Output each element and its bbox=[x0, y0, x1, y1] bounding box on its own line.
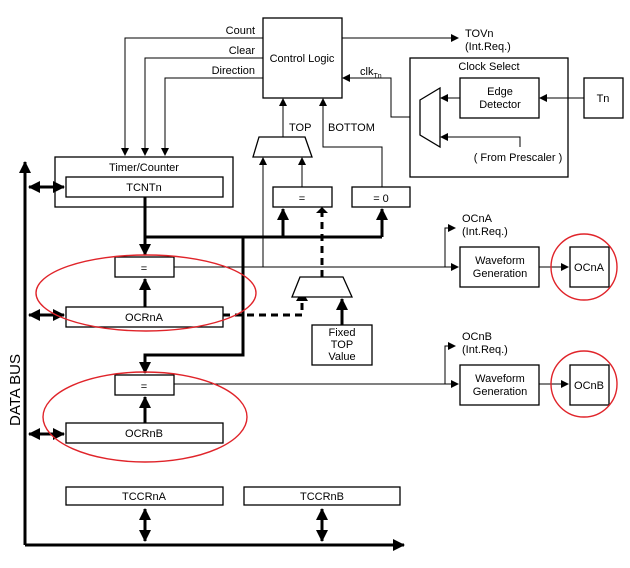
ocnb-int-arrow bbox=[444, 342, 456, 384]
fixed-top-label-3: Value bbox=[328, 351, 355, 363]
ocnb-label: OCnB bbox=[574, 380, 604, 392]
ocna-int-label: OCnA bbox=[462, 213, 493, 225]
clk-label: clkTn bbox=[360, 66, 382, 80]
edge-detector-box bbox=[459, 77, 540, 119]
fixed-top-label-2: TOP bbox=[331, 339, 353, 351]
count-label: Count bbox=[226, 25, 255, 37]
ocra-label: OCRnA bbox=[125, 312, 164, 324]
clear-label: Clear bbox=[229, 45, 256, 57]
top-select-mux bbox=[291, 276, 354, 298]
direction-line bbox=[161, 77, 263, 156]
clock-select-title: Clock Select bbox=[458, 61, 519, 73]
tov-label: TOVn bbox=[465, 28, 494, 40]
bottom-label: BOTTOM bbox=[328, 122, 375, 134]
arrow-head bbox=[316, 207, 328, 213]
top-compare-label: = bbox=[299, 193, 305, 205]
prescaler-label: ( From Prescaler ) bbox=[474, 152, 563, 164]
tccra-label: TCCRnA bbox=[122, 491, 167, 503]
bottom-compare-label: = 0 bbox=[373, 193, 389, 205]
ocnb-int-sub: (Int.Req.) bbox=[462, 344, 508, 356]
tcnt-label: TCNTn bbox=[126, 182, 161, 194]
waveform-b-label-2: Generation bbox=[473, 386, 527, 398]
fixed-top-label-1: Fixed bbox=[329, 327, 356, 339]
compare-a-label: = bbox=[141, 263, 147, 275]
ocna-int-sub: (Int.Req.) bbox=[462, 226, 508, 238]
ocna-int-arrow bbox=[444, 224, 456, 267]
ocrb-label: OCRnB bbox=[125, 428, 163, 440]
waveform-a-label-2: Generation bbox=[473, 268, 527, 280]
compare-b-label: = bbox=[141, 381, 147, 393]
direction-label: Direction bbox=[212, 65, 255, 77]
waveform-a-label: Waveform bbox=[475, 255, 525, 267]
timer-counter-title: Timer/Counter bbox=[109, 162, 179, 174]
waveform-a-box bbox=[459, 246, 540, 288]
edge-detector-label: Edge bbox=[487, 86, 513, 98]
top-mux bbox=[252, 136, 313, 158]
control-logic-label: Control Logic bbox=[270, 53, 335, 65]
tn-label: Tn bbox=[597, 93, 610, 105]
ocra-to-top-mux-dashed bbox=[223, 299, 304, 317]
ocnb-int-label: OCnB bbox=[462, 331, 492, 343]
tccrb-label: TCCRnB bbox=[300, 491, 344, 503]
top-label: TOP bbox=[289, 122, 311, 134]
tov-int-label: (Int.Req.) bbox=[465, 41, 511, 53]
clk-line bbox=[342, 74, 420, 118]
bottom-line bbox=[319, 98, 383, 187]
timer-block-diagram: Control Logic Count Clear Direction TOVn… bbox=[7, 17, 624, 551]
ocna-label: OCnA bbox=[574, 262, 605, 274]
edge-detector-label-2: Detector bbox=[479, 99, 521, 111]
waveform-b-box bbox=[459, 364, 540, 406]
waveform-b-label: Waveform bbox=[475, 373, 525, 385]
data-bus-label: DATA BUS bbox=[7, 354, 24, 426]
